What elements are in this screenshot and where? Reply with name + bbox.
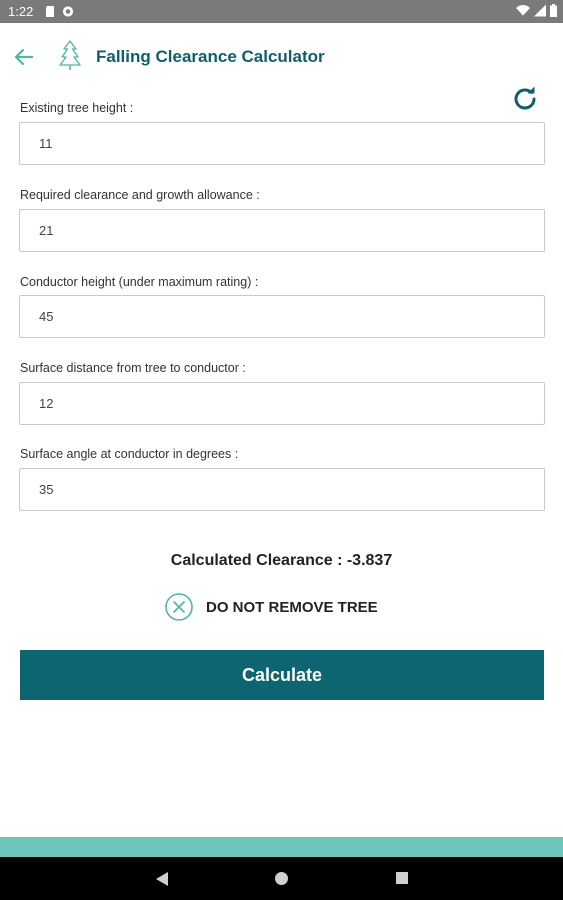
clearance-allowance-input[interactable] — [19, 209, 545, 252]
system-nav-bar — [0, 857, 563, 900]
refresh-icon[interactable] — [509, 83, 541, 115]
tree-height-input[interactable] — [19, 122, 545, 165]
status-bar: 1:22 — [0, 0, 563, 23]
calculated-clearance: Calculated Clearance : -3.837 — [170, 552, 393, 569]
x-circle-icon — [165, 593, 193, 621]
page-title: Falling Clearance Calculator — [96, 47, 325, 66]
decision-row: DO NOT REMOVE TREE — [164, 592, 378, 622]
clearance-allowance-label: Required clearance and growth allowance … — [20, 188, 260, 202]
nav-recents-icon[interactable] — [396, 872, 408, 884]
signal-icon — [534, 4, 546, 17]
status-notification-icons — [44, 5, 74, 18]
app-bar: Falling Clearance Calculator — [0, 23, 563, 89]
decision-text: DO NOT REMOVE TREE — [206, 598, 378, 616]
surface-distance-label: Surface distance from tree to conductor … — [20, 361, 246, 375]
battery-icon — [550, 4, 557, 17]
conductor-height-label: Conductor height (under maximum rating) … — [20, 275, 259, 289]
wifi-icon — [516, 5, 530, 16]
pine-tree-icon — [59, 40, 81, 70]
surface-angle-input[interactable] — [19, 468, 545, 511]
calculate-button[interactable]: Calculate — [20, 650, 544, 700]
tree-height-label: Existing tree height : — [20, 101, 134, 115]
bottom-accent-strip — [0, 837, 563, 857]
status-system-icons — [516, 4, 557, 17]
status-time: 1:22 — [8, 4, 34, 19]
nav-back-icon[interactable] — [155, 871, 169, 887]
sync-icon — [62, 6, 74, 17]
conductor-height-input[interactable] — [19, 295, 545, 338]
nav-home-icon[interactable] — [275, 872, 288, 885]
arrow-left-icon[interactable] — [10, 43, 38, 71]
sd-card-icon — [46, 6, 54, 17]
surface-distance-input[interactable] — [19, 382, 545, 425]
surface-angle-label: Surface angle at conductor in degrees : — [20, 447, 239, 461]
